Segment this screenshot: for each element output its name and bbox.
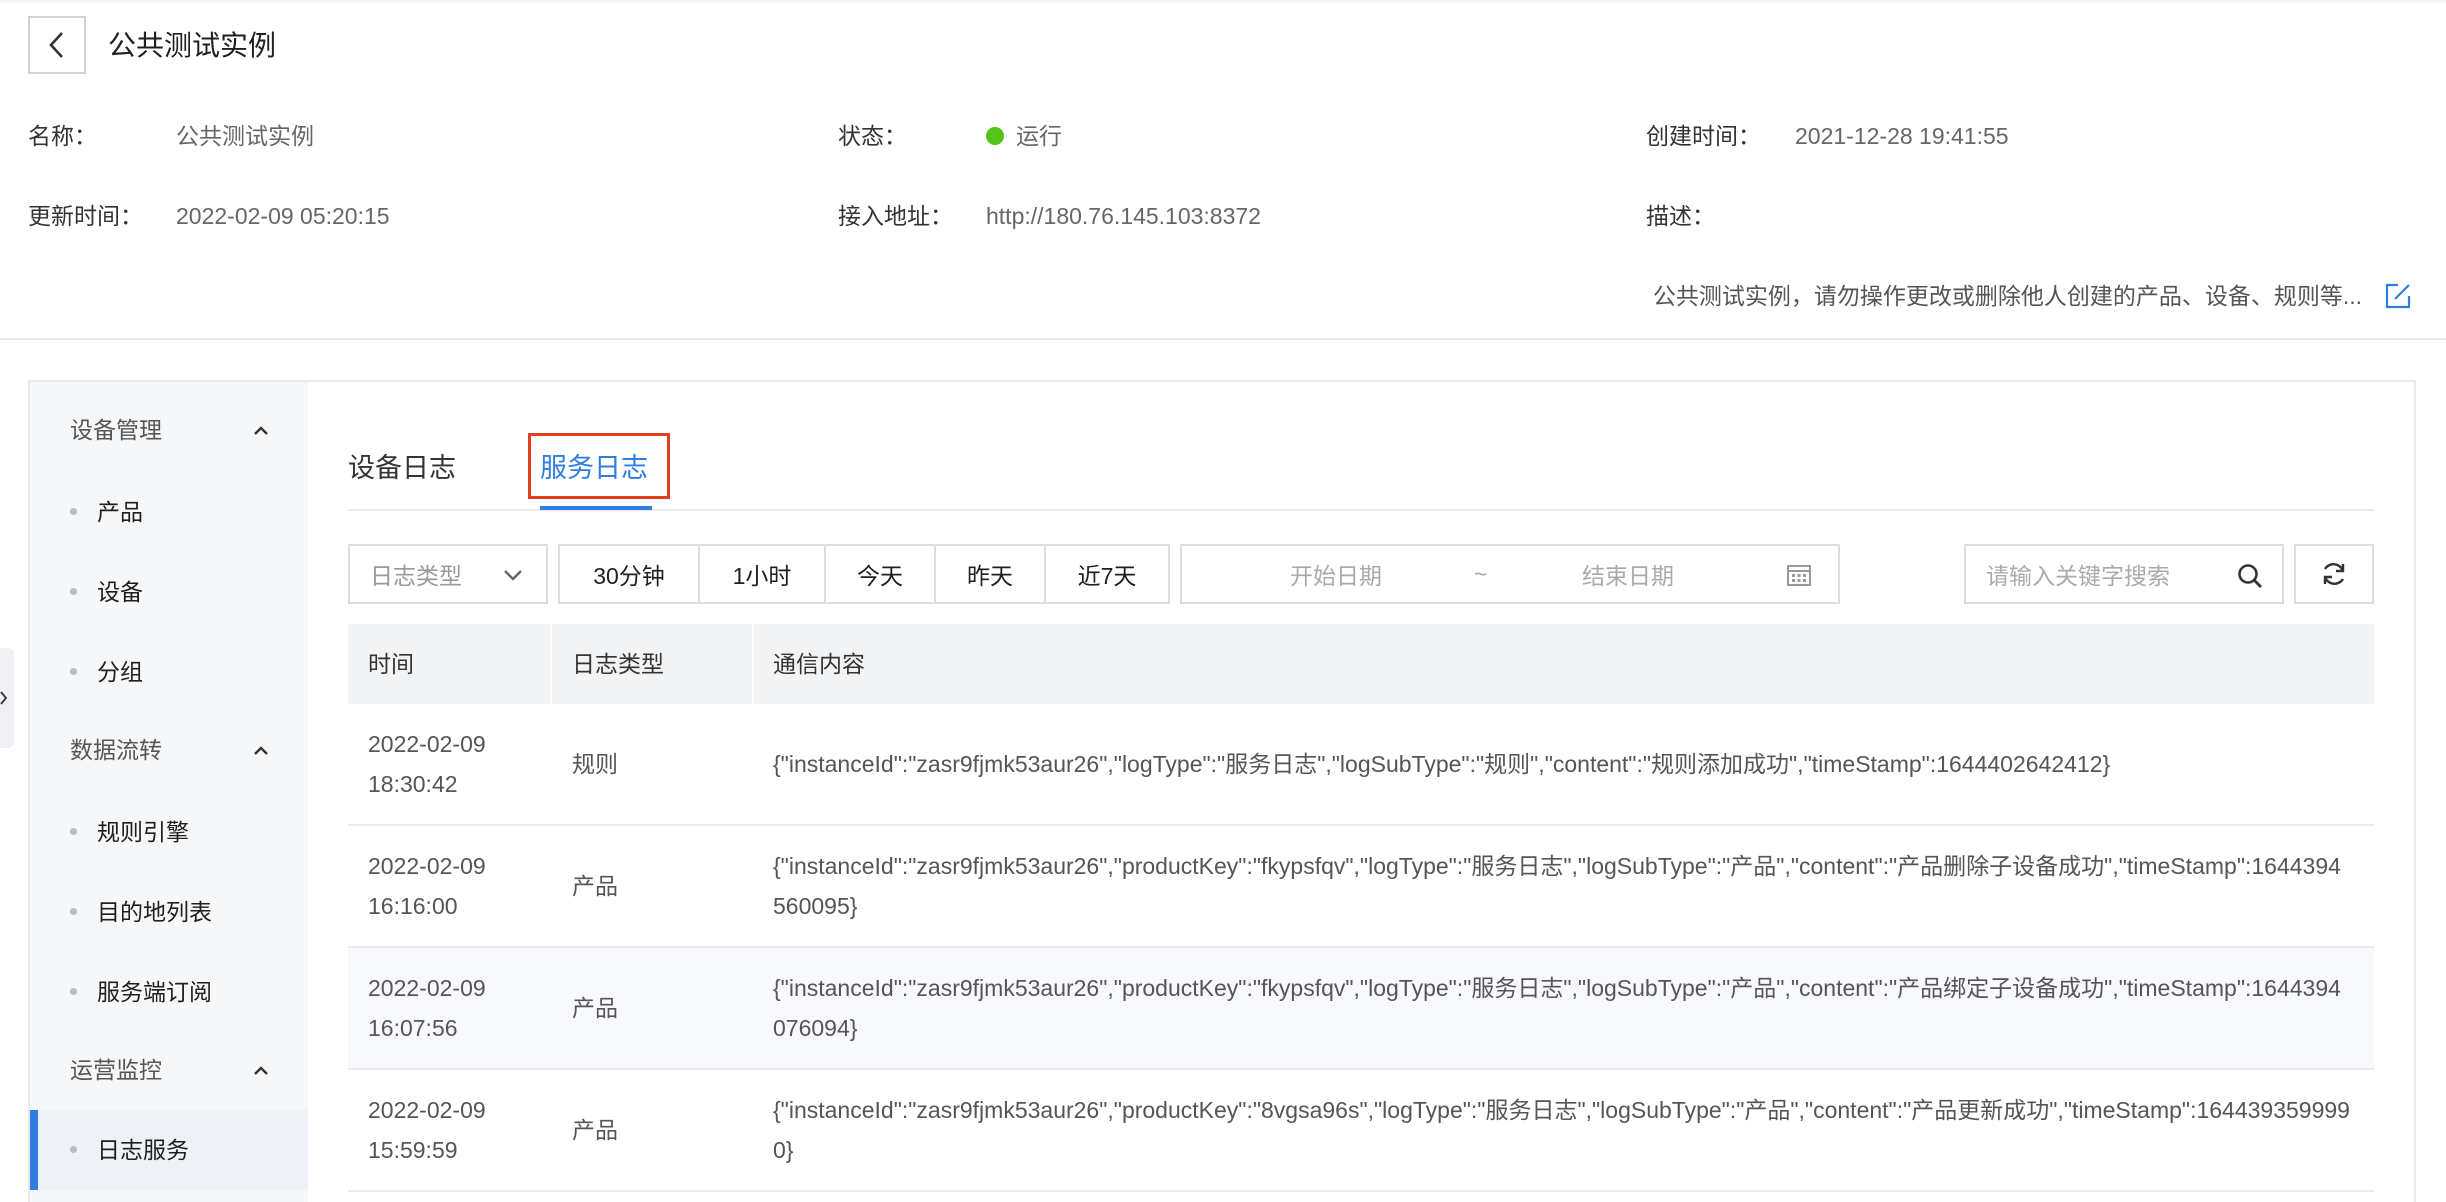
column-header-log-type[interactable]: 日志类型 [572,648,664,680]
status-label: 状态： [838,123,907,149]
active-tab-underline [540,506,652,510]
chevron-up-icon[interactable] [250,420,272,442]
range-30min-button[interactable]: 30分钟 [558,544,700,604]
chevron-up-icon[interactable] [250,1060,272,1082]
bullet-icon [70,908,77,916]
cell-log-type: 规则 [572,751,618,777]
start-date-input[interactable]: 开始日期 [1290,557,1382,591]
refresh-button[interactable] [2294,544,2374,604]
cell-log-type: 产品 [572,995,618,1021]
chevron-left-icon [49,32,63,58]
chevron-up-icon[interactable] [250,740,272,762]
bullet-icon [70,1146,77,1154]
status-dot-icon [986,126,1004,145]
description-value: 公共测试实例，请勿操作更改或删除他人创建的产品、设备、规则等... [1652,283,2362,309]
sidebar-item-group[interactable]: 分组 [70,652,300,692]
header-divider [0,338,2446,340]
status-text: 运行 [1016,123,1062,149]
sidebar-group-device-mgmt[interactable]: 设备管理 [70,414,162,446]
search-placeholder: 请输入关键字搜索 [1986,563,2170,589]
column-separator [752,624,754,704]
bullet-icon [70,668,77,676]
updated-label: 更新时间： [28,203,143,229]
created-value: 2021-12-28 19:41:55 [1795,123,2009,149]
search-icon[interactable] [2236,562,2264,590]
edit-icon[interactable] [2384,282,2412,310]
sidebar-group-data-flow[interactable]: 数据流转 [70,734,162,766]
cell-content: {"instanceId":"zasr9fjmk53aur26","produc… [773,853,2341,919]
page-title: 公共测试实例 [108,30,277,61]
sidebar-item-rule-engine[interactable]: 规则引擎 [70,812,300,852]
sidebar-item-device[interactable]: 设备 [70,572,300,612]
sidebar-item-destinations[interactable]: 目的地列表 [70,892,300,932]
column-header-time[interactable]: 时间 [368,648,414,680]
range-1h-button[interactable]: 1小时 [698,544,826,604]
collapse-handle[interactable] [0,648,14,748]
endpoint-label: 接入地址： [838,203,953,229]
refresh-icon [2323,563,2345,585]
sidebar-active-indicator [30,1110,38,1190]
sidebar-item-server-subscribe[interactable]: 服务端订阅 [70,972,300,1012]
updated-value: 2022-02-09 05:20:15 [176,203,390,229]
cell-time: 2022-02-09 15:59:59 [368,1097,486,1163]
range-today-button[interactable]: 今天 [824,544,936,604]
calendar-icon [1787,565,1811,586]
end-date-input[interactable]: 结束日期 [1582,557,1674,591]
endpoint-value: http://180.76.145.103:8372 [986,203,1261,229]
bullet-icon [70,828,77,836]
column-separator [550,624,552,704]
cell-content: {"instanceId":"zasr9fjmk53aur26","produc… [773,975,2341,1041]
cell-time: 2022-02-09 16:16:00 [368,853,486,919]
name-value: 公共测试实例 [176,123,314,149]
back-button[interactable] [28,16,86,74]
column-header-content[interactable]: 通信内容 [773,648,865,680]
range-yesterday-button[interactable]: 昨天 [934,544,1046,604]
desc-label: 描述： [1646,203,1715,229]
range-7d-button[interactable]: 近7天 [1044,544,1170,604]
sidebar-group-ops-monitor[interactable]: 运营监控 [70,1054,162,1086]
highlight-box [528,433,670,499]
status-value: 运行 [986,120,1062,152]
log-type-placeholder: 日志类型 [370,563,462,589]
cell-time: 2022-02-09 18:30:42 [368,731,486,797]
top-shadow [0,0,2446,4]
sidebar-item-product[interactable]: 产品 [70,492,300,532]
search-input[interactable]: 请输入关键字搜索 [1964,544,2284,604]
bullet-icon [70,588,77,596]
log-type-select[interactable]: 日志类型 [348,544,548,604]
date-range-picker[interactable]: 开始日期 ~ 结束日期 [1180,544,1840,604]
chevron-down-icon [504,570,522,581]
bullet-icon [70,988,77,996]
name-label: 名称： [28,123,97,149]
sidebar-item-log-service[interactable]: 日志服务 [70,1130,300,1170]
cell-content: {"instanceId":"zasr9fjmk53aur26","logTyp… [773,751,2111,777]
cell-content: {"instanceId":"zasr9fjmk53aur26","produc… [773,1097,2350,1163]
cell-log-type: 产品 [572,873,618,899]
created-label: 创建时间： [1646,123,1761,149]
chevron-right-icon [0,691,8,705]
bullet-icon [70,508,77,516]
tab-device-log[interactable]: 设备日志 [348,448,456,488]
cell-time: 2022-02-09 16:07:56 [368,975,486,1041]
range-separator: ~ [1474,560,1488,587]
cell-log-type: 产品 [572,1117,618,1143]
